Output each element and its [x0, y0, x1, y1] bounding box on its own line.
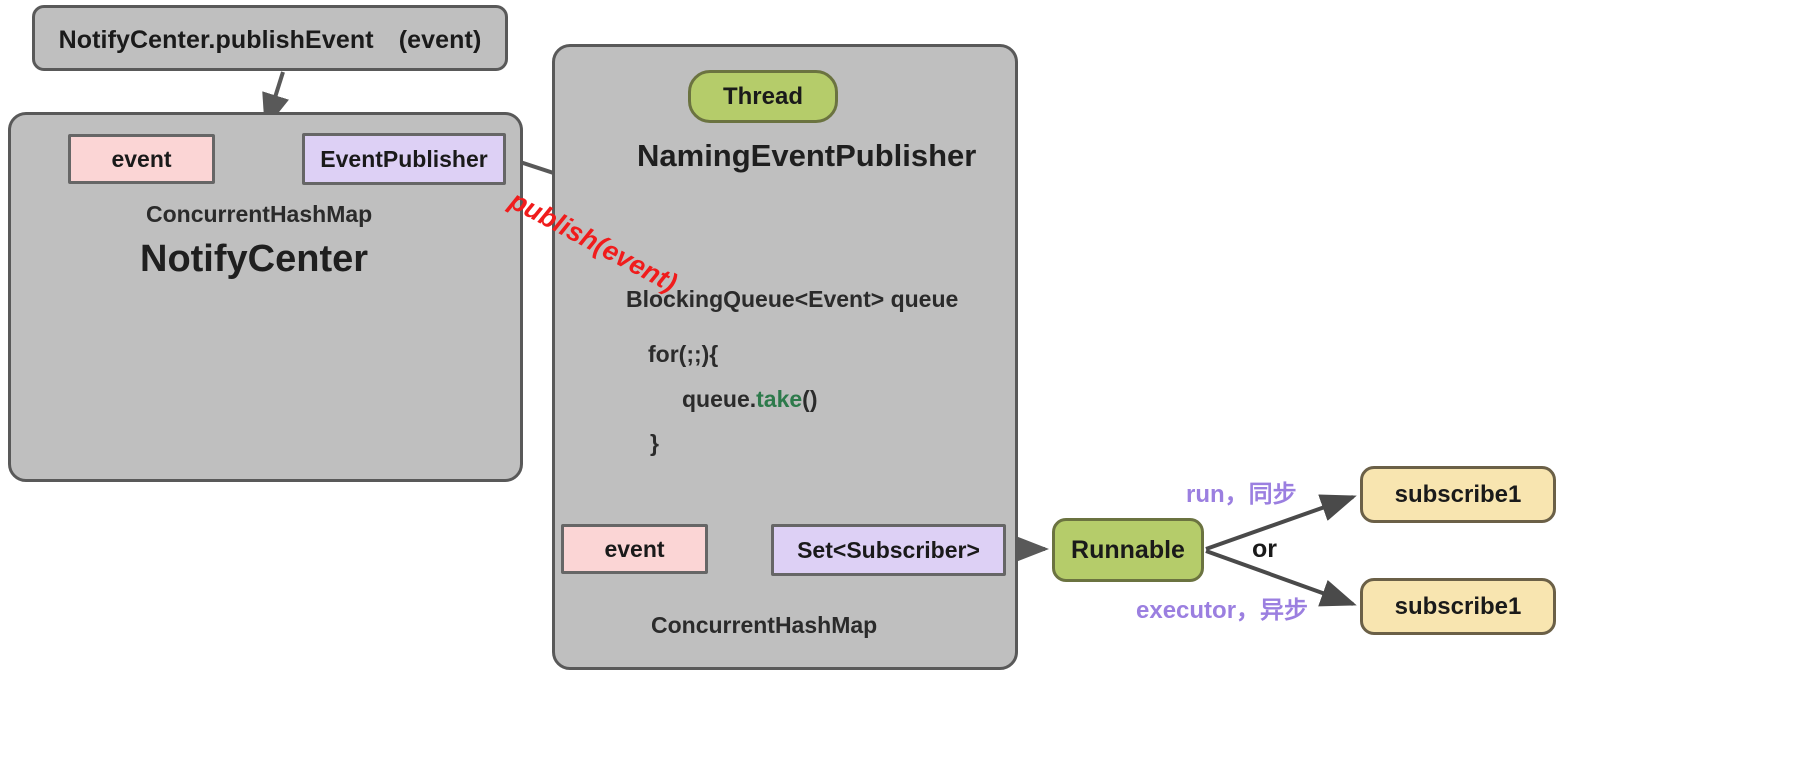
- naming-publisher-event-box[interactable]: event: [561, 524, 708, 574]
- runnable-box[interactable]: Runnable: [1052, 518, 1204, 582]
- event-publisher-box[interactable]: EventPublisher: [302, 133, 506, 185]
- subscriber-set-box[interactable]: Set<Subscriber>: [771, 524, 1006, 576]
- notify-center-map-type-label: ConcurrentHashMap: [146, 201, 373, 227]
- diagram-canvas: NotifyCenter.publishEvent (event) event …: [0, 0, 1809, 777]
- thread-pill[interactable]: Thread: [688, 70, 838, 123]
- code-take-keyword: take: [756, 386, 803, 412]
- code-take-suffix: (): [802, 386, 818, 412]
- run-sync-edge-label: run，同步: [1186, 481, 1297, 508]
- naming-event-publisher-title: NamingEventPublisher: [637, 138, 977, 173]
- executor-async-edge-label: executor，异步: [1136, 597, 1309, 624]
- subscriber-sync-box[interactable]: subscribe1: [1360, 466, 1556, 523]
- blocking-queue-field-label: BlockingQueue<Event> queue: [626, 286, 959, 312]
- notify-center-title: NotifyCenter: [140, 238, 369, 280]
- notify-center-event-box[interactable]: event: [68, 134, 215, 184]
- naming-publisher-map-type-label: ConcurrentHashMap: [651, 612, 878, 638]
- code-close-brace: }: [650, 430, 659, 456]
- publish-event-call-box[interactable]: NotifyCenter.publishEvent (event): [32, 5, 508, 71]
- code-queue-prefix: queue.: [682, 386, 757, 412]
- code-queue-take-line: queue.take(): [682, 386, 818, 413]
- code-for-loop-line: for(;;){: [648, 341, 719, 367]
- subscriber-async-box[interactable]: subscribe1: [1360, 578, 1556, 635]
- or-label: or: [1252, 535, 1277, 563]
